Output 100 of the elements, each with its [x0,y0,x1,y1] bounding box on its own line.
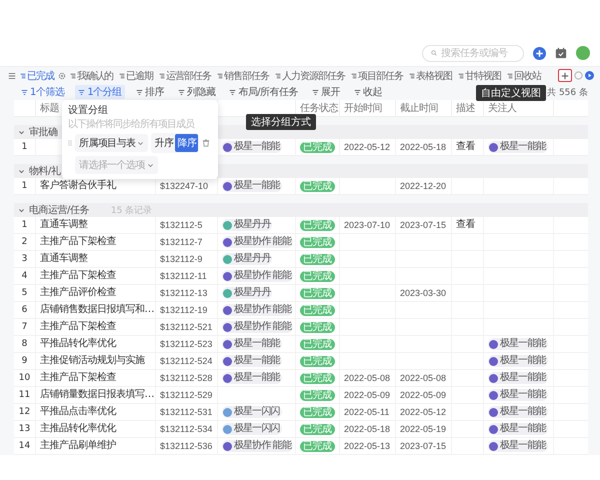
group-field-select[interactable]: 所属项目与表 [75,134,148,152]
end-date: 2022-05-18 [400,142,446,152]
avatar-icon[interactable] [576,46,590,60]
toolbar-button[interactable]: 展开 [309,85,344,99]
assignee-chip: 极星一能能 [222,355,282,367]
caret-icon [146,162,154,168]
status-badge: 已完成 [300,424,334,434]
task-title: 店铺销售数据日报填写和… [40,305,154,315]
column-header[interactable]: 标题 [40,101,59,115]
start-date: 2022-05-13 [344,442,390,450]
view-tab[interactable]: 甘特视图 [456,68,503,82]
assignee-chip: 极星协作 能能 [222,321,293,333]
delete-icon[interactable] [202,139,210,147]
view-tab[interactable]: 项目部任务 [349,68,405,82]
toolbar-button[interactable]: 布局/所有任务 [226,85,302,99]
end-date: 2023-07-15 [400,220,446,230]
sort-order-button[interactable]: 升序 [152,134,176,152]
assignee-chip: 极星一闪闪 [222,406,282,418]
group-name: 物料/礼 [29,164,60,178]
column-header[interactable]: 截止时间 [400,101,438,115]
status-badge: 已完成 [300,220,334,230]
sort-order-button[interactable]: 降序 [175,134,198,152]
start-date: 2022-05-11 [344,408,390,416]
status-badge: 已完成 [300,254,334,264]
row-number: 7 [22,322,28,332]
caret-icon[interactable] [18,128,25,136]
view-tab[interactable]: 回收站 [505,68,543,82]
status-badge: 已完成 [300,338,334,350]
assignee-chip: 极星一能能 [222,180,282,192]
add-view-button[interactable] [558,69,572,82]
task-title: 主推产品下架检查 [40,322,116,332]
view-tab[interactable]: 我确认的 [68,68,115,82]
list-icon [178,88,185,96]
view-tab[interactable]: 运营部任务 [157,68,213,82]
group-name: 审批确 [29,126,58,139]
view-tab[interactable]: 表格视图 [407,68,454,82]
task-title: 主推产品刷单维护 [40,441,116,451]
status-badge: 已完成 [300,270,334,282]
status-badge: 已完成 [300,372,334,384]
task-code: $132112-19 [160,306,208,314]
caret-icon[interactable] [18,206,25,214]
task-code: $132112-524 [160,356,212,366]
watcher-chip: 极星一能能 [488,355,548,367]
menu-icon[interactable] [8,72,16,80]
list-icon [21,88,28,96]
view-tab[interactable]: 销售部任务 [215,68,271,82]
view-tab[interactable]: 人力资源部任务 [273,68,347,82]
row-number: 3 [22,254,28,264]
assignee-chip: 极星协作 能能 [222,270,293,282]
view-tab[interactable]: 已逾期 [117,68,155,82]
status-badge: 已完成 [300,236,334,248]
add-icon[interactable] [533,46,546,60]
task-title: 店铺销量数据日报表填写… [40,390,154,400]
list-icon [119,72,125,78]
watcher-chip: 极星一能能 [488,440,548,452]
task-title: 平推品转化率优化 [40,339,116,349]
list-icon [229,88,236,96]
watcher-chip: 极星一能能 [488,141,548,153]
toolbar-button[interactable]: 列隐藏 [174,85,218,99]
task-code: $132112-534 [160,424,212,434]
description-link[interactable]: 查看 [456,220,475,230]
task-code: $132112-521 [160,322,212,332]
play-icon[interactable] [585,71,594,80]
assignee-chip: 极星丹丹 [222,253,272,265]
description-link[interactable]: 查看 [456,142,475,152]
column-header[interactable]: 开始时间 [344,101,382,115]
task-title: 直通车调整 [40,254,88,264]
status-badge: 已完成 [300,406,334,418]
drag-handle-icon[interactable] [68,139,72,147]
end-date: 2023-03-30 [400,288,446,298]
search-field[interactable]: 搜索任务或编号 [422,44,524,62]
plus-icon [561,72,569,80]
status-badge: 已完成 [300,440,334,452]
toolbar-button[interactable]: 1个分组 [75,85,125,99]
row-number: 10 [18,374,30,382]
caret-icon[interactable] [18,168,25,174]
task-title: 直通车调整 [40,220,88,230]
record-count: 共 556 条 [547,86,588,98]
row-number: 5 [22,288,28,298]
list-icon [507,72,513,78]
list-icon [354,88,362,96]
view-tab[interactable]: 已完成 [18,68,56,82]
column-header[interactable]: 关注人 [488,101,516,115]
column-header[interactable]: 描述 [456,101,475,115]
task-code: $132112-5 [160,220,202,230]
assignee-chip: 极星丹丹 [222,287,272,299]
settings-icon[interactable] [58,72,66,80]
assignee-chip: 极星协作 能能 [222,304,293,316]
list-icon [78,88,86,96]
column-header[interactable]: 任务状态 [300,101,338,115]
toolbar-button[interactable]: 排序 [132,85,167,99]
search-icon [431,49,437,57]
task-title: 平推品点击率优化 [40,407,116,417]
watcher-chip: 极星一能能 [488,406,548,418]
status-badge: 已完成 [300,322,334,332]
toolbar-button[interactable]: 收起 [351,85,386,99]
popover-hint: 以下操作将同步给所有项目成员 [68,119,194,130]
toolbar-button[interactable]: 1个筛选 [18,85,68,99]
list-icon [70,72,76,78]
calendar-icon[interactable] [555,47,567,59]
